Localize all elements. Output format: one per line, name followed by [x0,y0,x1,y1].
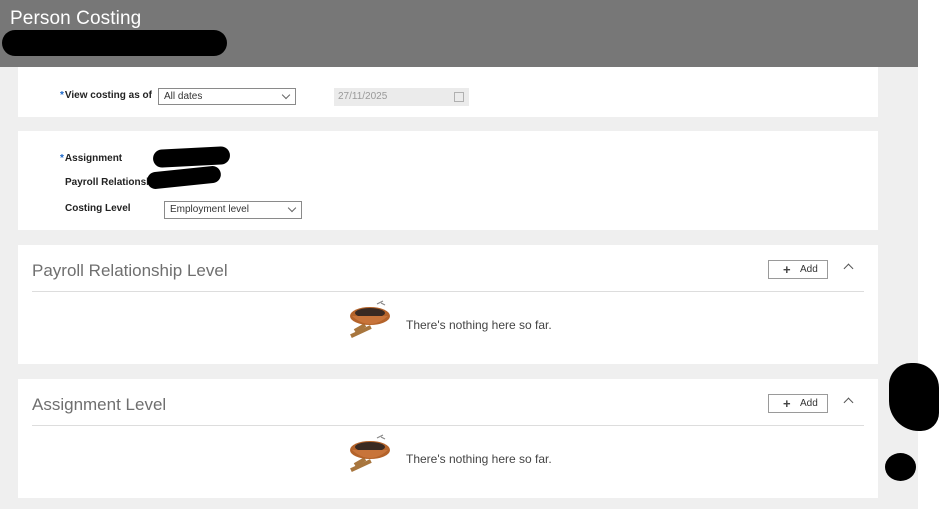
page-header: Person Costing [0,0,918,67]
redacted-assignment-value [152,145,231,169]
costing-level-value: Employment level [170,204,249,215]
chevron-down-icon [281,90,291,100]
view-costing-select[interactable]: All dates [158,88,296,105]
view-costing-label-text: View costing as of [64,90,152,101]
empty-state-text: There's nothing here so far. [406,452,552,466]
costing-date-input[interactable]: 27/11/2025 [334,88,469,106]
exclamation-dot-scribble [885,453,916,481]
plus-icon: + [783,396,791,411]
assignment-label: *Assignment [60,153,122,164]
assignment-card: *Assignment Payroll Relationship Costing… [18,131,878,230]
empty-state-text: There's nothing here so far. [406,318,552,332]
assignment-level-section: Assignment Level + Add There's nothing h… [18,379,878,498]
section-title: Payroll Relationship Level [32,261,228,280]
add-button[interactable]: + Add [768,260,828,279]
required-marker: * [60,90,64,101]
costing-level-label: Costing Level [65,203,131,214]
chevron-up-icon[interactable] [843,397,854,408]
page-title: Person Costing [10,8,142,29]
add-button-label: Add [800,264,818,275]
empty-nest-icon [350,300,390,339]
divider [32,425,864,426]
costing-date-value: 27/11/2025 [338,91,388,102]
section-title: Assignment Level [32,395,167,414]
redacted-payroll-relationship-value [146,165,222,190]
chevron-up-icon[interactable] [843,263,854,274]
assignment-label-text: Assignment [64,153,123,164]
view-costing-label: *View costing as of [60,90,152,101]
redacted-name [2,30,227,56]
divider [32,291,864,292]
view-costing-value: All dates [164,91,203,102]
exclamation-mark-scribble [889,363,939,431]
empty-nest-icon [350,434,390,473]
payroll-relationship-level-section: Payroll Relationship Level + Add There's… [18,245,878,364]
plus-icon: + [783,262,791,277]
add-button[interactable]: + Add [768,394,828,413]
calendar-icon[interactable] [454,92,464,102]
add-button-label: Add [800,398,818,409]
chevron-down-icon [287,203,297,213]
view-costing-card: *View costing as of All dates 27/11/2025 [18,67,878,117]
costing-level-select[interactable]: Employment level [164,201,302,219]
required-marker: * [60,153,64,164]
